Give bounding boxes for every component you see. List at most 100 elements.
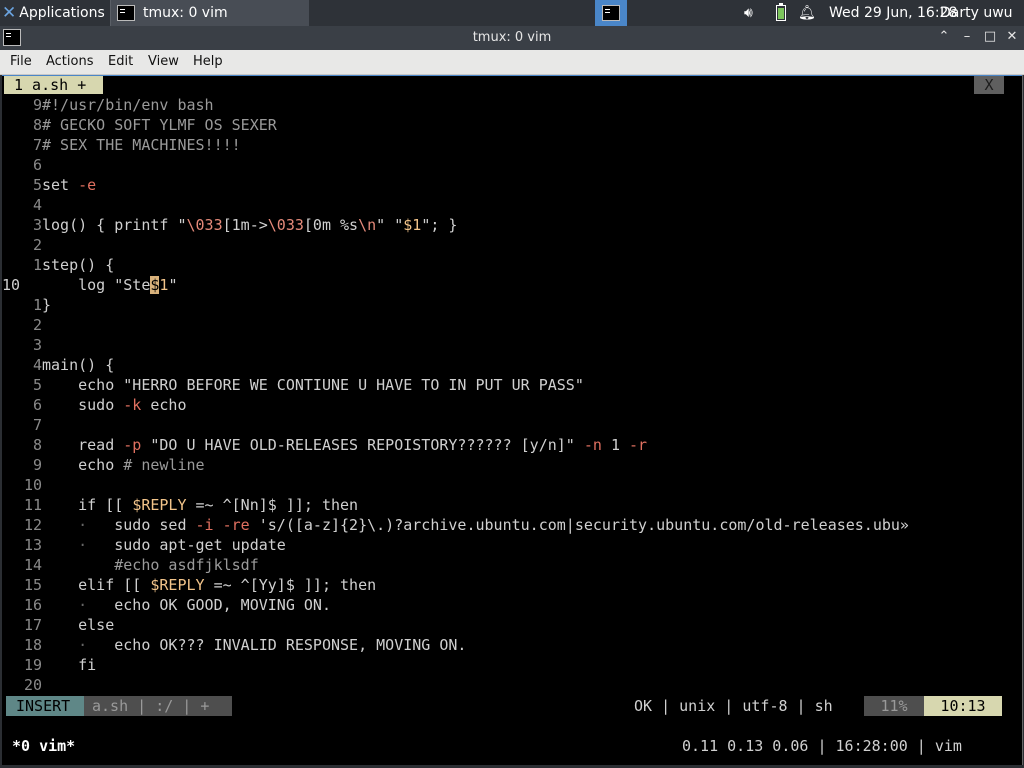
- notification-bell-icon[interactable]: 🔔︎: [798, 0, 816, 26]
- line-text: }: [42, 296, 52, 314]
- code-line[interactable]: 4 main() {: [2, 355, 114, 375]
- line-text: if [[ $REPLY =~ ^[Nn]$ ]]; then: [42, 496, 359, 514]
- code-line[interactable]: 9 #!/usr/bin/env bash: [2, 95, 214, 115]
- line-number: 3: [32, 336, 42, 354]
- code-line[interactable]: 15 elif [[ $REPLY =~ ^[Yy]$ ]]; then: [2, 575, 376, 595]
- line-number: 2: [32, 236, 42, 254]
- line-text: · echo OK??? INVALID RESPONSE, MOVING ON…: [78, 636, 467, 654]
- vim-tabline: 1 a.sh + X: [2, 75, 1004, 95]
- tmux-statusbar: *0 vim* 0.11 0.13 0.06 | 16:28:00 | vim: [2, 735, 1002, 757]
- line-text: step() {: [42, 256, 115, 274]
- window-shade-button[interactable]: ⌃: [936, 29, 952, 44]
- top-panel: ✕ Applications tmux: 0 vim 🔊︎ 🔔︎ Wed 29 …: [0, 0, 1024, 26]
- line-text: · sudo apt-get update: [78, 536, 286, 554]
- line-number: 4: [32, 196, 42, 214]
- menu-file[interactable]: File: [10, 54, 32, 69]
- code-line[interactable]: 9 echo # newline: [2, 455, 205, 475]
- code-line[interactable]: 4: [2, 195, 42, 215]
- taskbar-button-label: tmux: 0 vim: [143, 5, 228, 21]
- line-number: 6: [32, 156, 42, 174]
- code-line[interactable]: 1 step() {: [2, 255, 114, 275]
- line-text: log() { printf "\033[1m->\033[0m %s\n" "…: [42, 216, 458, 234]
- line-number: 6: [32, 396, 42, 414]
- line-text: echo "HERRO BEFORE WE CONTIUNE U HAVE TO…: [42, 376, 584, 394]
- terminal-icon: [117, 5, 135, 21]
- line-text: #!/usr/bin/env bash: [42, 96, 214, 114]
- line-text: #echo asdfjklsdf: [42, 556, 259, 574]
- line-number: 10: [2, 276, 21, 294]
- line-text: log "Ste$1": [42, 276, 178, 294]
- terminal-icon: [602, 5, 620, 21]
- code-line[interactable]: 2: [2, 235, 42, 255]
- menu-edit[interactable]: Edit: [108, 54, 133, 69]
- menu-actions[interactable]: Actions: [46, 54, 94, 69]
- tmux-status-right: 0.11 0.13 0.06 | 16:28:00 | vim: [682, 737, 962, 755]
- line-number: 10: [23, 476, 42, 494]
- workspace-terminal-button[interactable]: [595, 0, 627, 26]
- code-line[interactable]: 12 · sudo sed -i -re 's/([a-z]{2}\.)?arc…: [2, 515, 909, 535]
- code-line[interactable]: 14 #echo asdfjklsdf: [2, 555, 259, 575]
- code-line[interactable]: 5 echo "HERRO BEFORE WE CONTIUNE U HAVE …: [2, 375, 584, 395]
- line-number: 19: [23, 656, 42, 674]
- window-close-button[interactable]: ✕: [1004, 29, 1020, 44]
- vim-tab-active[interactable]: 1 a.sh +: [4, 76, 103, 94]
- line-number: 9: [32, 96, 42, 114]
- vim-status-file: a.sh | :/ | +: [84, 696, 232, 716]
- vim-tab-close-button[interactable]: X: [974, 76, 1004, 94]
- line-number: 14: [23, 556, 42, 574]
- line-number: 15: [23, 576, 42, 594]
- line-text: # SEX THE MACHINES!!!!: [42, 136, 241, 154]
- code-line[interactable]: 8 # GECKO SOFT YLMF OS SEXER: [2, 115, 277, 135]
- line-number: 8: [32, 436, 42, 454]
- vim-status-percent: 11%: [864, 696, 924, 716]
- code-line[interactable]: 1}: [2, 295, 51, 315]
- applications-menu[interactable]: ✕ Applications: [2, 0, 110, 26]
- code-line[interactable]: 10 log "Ste$1": [2, 275, 177, 295]
- window-maximize-button[interactable]: □: [982, 29, 998, 44]
- line-text: elif [[ $REPLY =~ ^[Yy]$ ]]; then: [42, 576, 377, 594]
- code-line[interactable]: 7: [2, 415, 42, 435]
- code-line[interactable]: 17 else: [2, 615, 114, 635]
- code-line[interactable]: 3 log() { printf "\033[1m->\033[0m %s\n" …: [2, 215, 457, 235]
- menu-view[interactable]: View: [148, 54, 179, 69]
- line-text: echo # newline: [42, 456, 205, 474]
- line-text: fi: [42, 656, 97, 674]
- line-text: sudo -k echo: [42, 396, 187, 414]
- code-line[interactable]: 8 read -p "DO U HAVE OLD-RELEASES REPOIS…: [2, 435, 647, 455]
- applications-label: Applications: [19, 5, 105, 21]
- window-title: tmux: 0 vim: [472, 30, 552, 45]
- line-number: 5: [32, 376, 42, 394]
- line-number: 2: [32, 316, 42, 334]
- code-line[interactable]: 11 if [[ $REPLY =~ ^[Nn]$ ]]; then: [2, 495, 358, 515]
- terminal-area[interactable]: 1 a.sh + X 9 #!/usr/bin/env bash 8 # GECKO …: [2, 75, 1023, 765]
- code-line[interactable]: 6: [2, 155, 42, 175]
- menu-help[interactable]: Help: [193, 54, 223, 69]
- code-line[interactable]: 7 # SEX THE MACHINES!!!!: [2, 135, 241, 155]
- line-text: read -p "DO U HAVE OLD-RELEASES REPOISTO…: [42, 436, 648, 454]
- vim-mode: INSERT: [6, 696, 84, 716]
- line-number: 1: [32, 256, 42, 274]
- code-line[interactable]: 2: [2, 315, 42, 335]
- code-line[interactable]: 18 · echo OK??? INVALID RESPONSE, MOVING…: [2, 635, 467, 655]
- code-line[interactable]: 16 · echo OK GOOD, MOVING ON.: [2, 595, 331, 615]
- line-number: 7: [32, 416, 42, 434]
- line-number: 4: [32, 356, 42, 374]
- volume-icon[interactable]: 🔊︎: [744, 0, 753, 26]
- user-menu[interactable]: Darty uwu: [940, 0, 1013, 26]
- window-titlebar[interactable]: tmux: 0 vim ⌃ – □ ✕: [0, 26, 1024, 50]
- code-line[interactable]: 6 sudo -k echo: [2, 395, 187, 415]
- code-line[interactable]: 3: [2, 335, 42, 355]
- code-line[interactable]: 10: [2, 475, 42, 495]
- window-minimize-button[interactable]: –: [959, 29, 975, 44]
- line-text: # GECKO SOFT YLMF OS SEXER: [42, 116, 277, 134]
- code-line[interactable]: 20: [2, 675, 42, 695]
- code-line[interactable]: 5 set -e: [2, 175, 96, 195]
- clock[interactable]: Wed 29 Jun, 16:28: [829, 0, 957, 26]
- code-line[interactable]: 19 fi: [2, 655, 96, 675]
- code-line[interactable]: 13 · sudo apt-get update: [2, 535, 286, 555]
- line-number: 12: [23, 516, 42, 534]
- taskbar-button-tmux[interactable]: tmux: 0 vim: [110, 0, 309, 26]
- battery-icon[interactable]: [776, 0, 786, 26]
- line-number: 17: [23, 616, 42, 634]
- tmux-window-name[interactable]: *0 vim*: [12, 735, 75, 757]
